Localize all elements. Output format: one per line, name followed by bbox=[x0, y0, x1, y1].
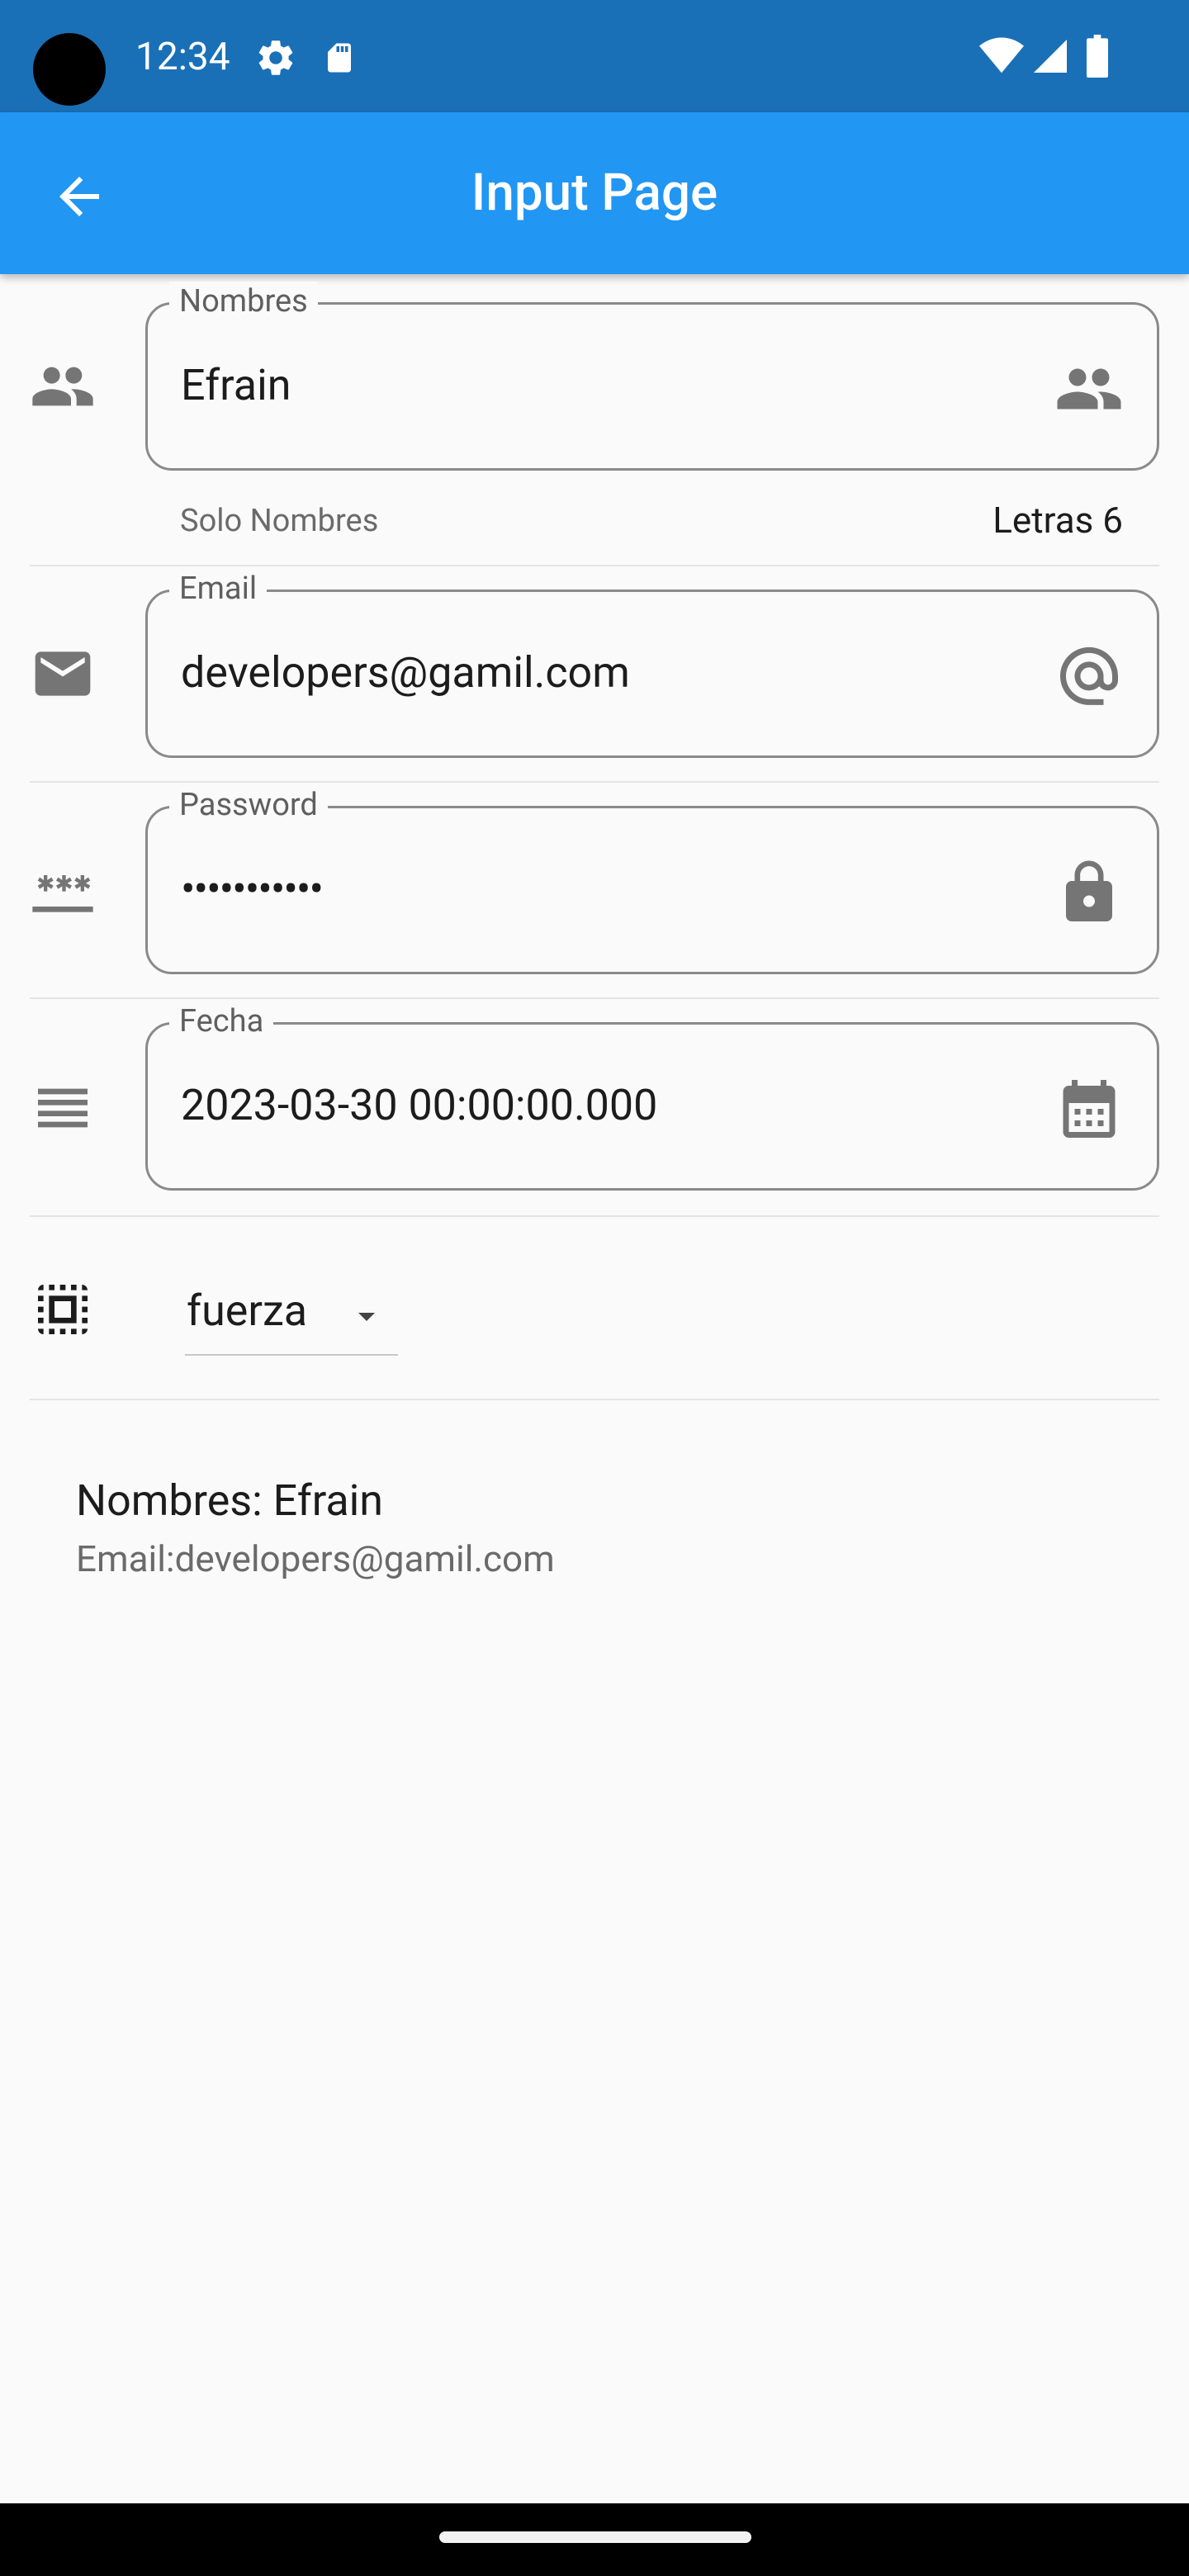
navigation-bar bbox=[0, 2503, 1189, 2576]
select-all-icon bbox=[38, 1285, 88, 1334]
nombres-counter: Letras 6 bbox=[992, 499, 1123, 542]
divider bbox=[30, 997, 1159, 999]
sd-card-icon bbox=[328, 43, 351, 73]
divider bbox=[30, 565, 1159, 566]
lock-icon bbox=[1066, 860, 1112, 921]
page-title: Input Page bbox=[471, 163, 718, 223]
at-sign-icon bbox=[1060, 646, 1118, 705]
signal-icon bbox=[1034, 40, 1067, 73]
email-field[interactable]: Email developers@gamil.com bbox=[145, 569, 1159, 758]
wifi-icon bbox=[979, 37, 1024, 73]
camera-cutout bbox=[33, 33, 106, 106]
email-label: Email bbox=[169, 569, 268, 608]
password-input[interactable]: ••••••••••• bbox=[181, 858, 324, 921]
password-label: Password bbox=[169, 785, 328, 825]
battery-icon bbox=[1087, 35, 1108, 78]
nombres-label: Nombres bbox=[169, 282, 318, 321]
nombres-helper-text: Solo Nombres bbox=[180, 503, 379, 539]
home-gesture-handle[interactable] bbox=[439, 2531, 751, 2543]
status-bar: 12:34 bbox=[0, 0, 1189, 112]
dropdown-selected-value: fuerza bbox=[187, 1286, 308, 1336]
fecha-input[interactable]: 2023-03-30 00:00:00.000 bbox=[181, 1074, 657, 1137]
people-icon bbox=[32, 367, 93, 406]
people-icon bbox=[1057, 368, 1121, 410]
password-field[interactable]: Password ••••••••••• bbox=[145, 785, 1159, 974]
email-input[interactable]: developers@gamil.com bbox=[181, 642, 630, 704]
password-icon bbox=[32, 875, 93, 912]
divider bbox=[30, 781, 1159, 783]
app-bar: Input Page bbox=[0, 112, 1189, 274]
dropdown-arrow-icon[interactable] bbox=[347, 1296, 386, 1336]
calendar-icon[interactable] bbox=[1054, 1074, 1124, 1144]
summary-name: Nombres: Efrain bbox=[76, 1475, 384, 1526]
summary-email: Email:developers@gamil.com bbox=[76, 1537, 555, 1580]
fuerza-dropdown[interactable]: fuerza bbox=[185, 1276, 398, 1356]
mail-icon bbox=[35, 651, 91, 696]
fecha-field[interactable]: Fecha 2023-03-30 00:00:00.000 bbox=[145, 1002, 1159, 1191]
nombres-field[interactable]: Nombres Efrain bbox=[145, 282, 1159, 471]
menu-lines-icon bbox=[38, 1088, 88, 1128]
divider bbox=[30, 1215, 1159, 1217]
fecha-label: Fecha bbox=[169, 1002, 274, 1041]
divider bbox=[30, 1399, 1159, 1400]
gear-icon bbox=[258, 40, 293, 75]
status-time: 12:34 bbox=[135, 35, 230, 79]
nombres-input[interactable]: Efrain bbox=[181, 354, 291, 417]
